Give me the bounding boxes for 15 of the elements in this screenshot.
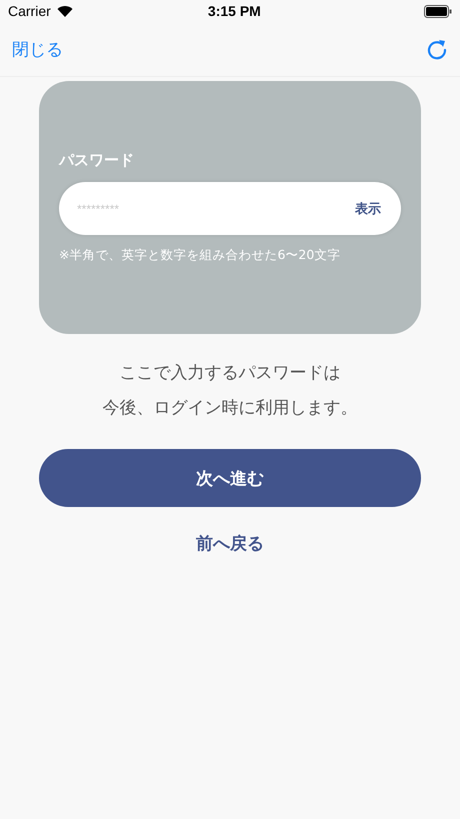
wifi-icon (56, 5, 73, 17)
carrier-label: Carrier (8, 3, 51, 19)
clock-time: 3:15 PM (208, 3, 261, 19)
close-button[interactable]: 閉じる (12, 38, 63, 60)
password-hint: ※半角で、英字と数字を組み合わせた6〜20文字 (59, 247, 342, 264)
password-field[interactable]: ********* 表示 (59, 182, 401, 235)
description-text: ここで入力するパスワードは (118, 362, 342, 385)
password-label: パスワード (59, 151, 135, 170)
show-button[interactable]: 表示 (355, 200, 381, 218)
back-link[interactable]: 前へ戻る (190, 531, 270, 556)
battery-icon (424, 4, 452, 18)
next-button[interactable]: 次へ進む (39, 449, 421, 507)
refresh-icon (426, 38, 448, 60)
description-text: 今後、ログイン時に利用します。 (102, 397, 358, 420)
refresh-button[interactable] (426, 38, 448, 60)
